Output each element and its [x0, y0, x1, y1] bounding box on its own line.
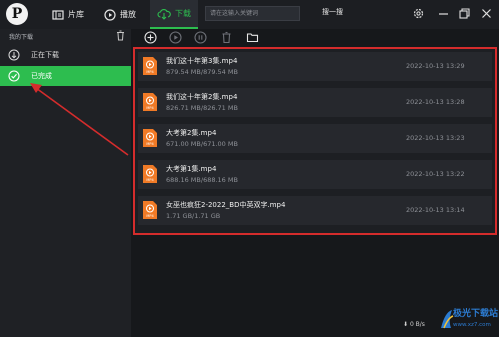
svg-text:MP4: MP4 [146, 106, 154, 110]
restore-icon[interactable] [458, 7, 471, 20]
nav-play[interactable]: 播放 [104, 0, 136, 29]
watermark-url: www.xz7.com [453, 322, 491, 328]
search-input[interactable]: 请在这输入关键词 [205, 6, 300, 21]
close-icon[interactable] [480, 7, 493, 20]
mp4-file-icon: MP4 [143, 93, 157, 111]
folder-icon[interactable] [246, 31, 259, 44]
file-date: 2022-10-13 13:22 [406, 170, 465, 178]
sidebar-item-label: 已完成 [31, 72, 52, 80]
sidebar: 我的下载 正在下载 已完成 [0, 29, 131, 337]
list-item[interactable]: MP4 大考第2集.mp4 671.00 MB/671.00 MB 2022-1… [138, 124, 492, 153]
file-date: 2022-10-13 13:14 [406, 206, 465, 214]
delete-icon[interactable] [220, 31, 233, 44]
download-arrow-icon [8, 49, 20, 61]
gear-icon[interactable] [412, 7, 425, 20]
title-bar: P 片库 播放 下载 请在这输入关键词 搜一搜 [0, 0, 499, 29]
svg-text:MP4: MP4 [146, 70, 154, 74]
file-name: 女巫也疯狂2-2022_BD中英双字.mp4 [166, 201, 286, 209]
file-date: 2022-10-13 13:23 [406, 134, 465, 142]
sidebar-item-downloading[interactable]: 正在下载 [0, 45, 131, 65]
file-size: 879.54 MB/879.54 MB [166, 68, 238, 76]
mp4-file-icon: MP4 [143, 165, 157, 183]
file-size: 1.71 GB/1.71 GB [166, 212, 221, 220]
file-size: 671.00 MB/671.00 MB [166, 140, 238, 148]
mp4-file-icon: MP4 [143, 57, 157, 75]
mp4-file-icon: MP4 [143, 201, 157, 219]
app-logo: P [6, 3, 28, 25]
nav-download-label: 下载 [175, 9, 191, 18]
completed-files-list: MP4 我们这十年第3集.mp4 879.54 MB/879.54 MB 202… [133, 47, 497, 235]
sidebar-header: 我的下载 [0, 29, 131, 43]
download-list-panel: MP4 我们这十年第3集.mp4 879.54 MB/879.54 MB 202… [131, 29, 499, 337]
file-size: 826.71 MB/826.71 MB [166, 104, 238, 112]
add-icon[interactable] [144, 31, 157, 44]
file-name: 我们这十年第2集.mp4 [166, 93, 238, 101]
play-circle-icon [104, 8, 116, 21]
list-item[interactable]: MP4 我们这十年第2集.mp4 826.71 MB/826.71 MB 202… [138, 88, 492, 117]
mp4-file-icon: MP4 [143, 129, 157, 147]
nav-library-label: 片库 [68, 10, 84, 19]
file-date: 2022-10-13 13:28 [406, 98, 465, 106]
speed-arrow-icon: ⬇ [403, 321, 410, 328]
toolbar [131, 29, 499, 47]
nav-play-label: 播放 [120, 10, 136, 19]
speed-value: 0 B/s [409, 321, 425, 328]
nav-download[interactable]: 下载 [150, 0, 198, 29]
watermark-text: 极光下载站 [453, 309, 499, 319]
my-downloads-label: 我的下载 [9, 34, 34, 41]
file-date: 2022-10-13 13:29 [406, 62, 465, 70]
svg-text:MP4: MP4 [146, 142, 154, 146]
file-name: 我们这十年第3集.mp4 [166, 57, 238, 65]
film-icon [52, 9, 64, 20]
pause-icon[interactable] [194, 31, 207, 44]
minimize-icon[interactable] [437, 7, 450, 20]
file-name: 大考第1集.mp4 [166, 165, 217, 173]
svg-text:MP4: MP4 [146, 214, 154, 218]
file-size: 688.16 MB/688.16 MB [166, 176, 238, 184]
nav-library[interactable]: 片库 [52, 0, 84, 29]
svg-text:MP4: MP4 [146, 178, 154, 182]
file-name: 大考第2集.mp4 [166, 129, 217, 137]
play-icon[interactable] [169, 31, 182, 44]
trash-icon[interactable] [115, 30, 126, 41]
check-circle-icon [8, 70, 20, 82]
list-item[interactable]: MP4 我们这十年第3集.mp4 879.54 MB/879.54 MB 202… [138, 52, 492, 81]
cloud-download-icon [157, 8, 171, 20]
download-speed: ⬇ 0 B/s [403, 321, 425, 328]
list-item[interactable]: MP4 大考第1集.mp4 688.16 MB/688.16 MB 2022-1… [138, 160, 492, 189]
sidebar-item-completed[interactable]: 已完成 [0, 66, 131, 86]
list-item[interactable]: MP4 女巫也疯狂2-2022_BD中英双字.mp4 1.71 GB/1.71 … [138, 196, 492, 225]
search-button[interactable]: 搜一搜 [322, 7, 343, 17]
sidebar-item-label: 正在下载 [31, 51, 59, 59]
